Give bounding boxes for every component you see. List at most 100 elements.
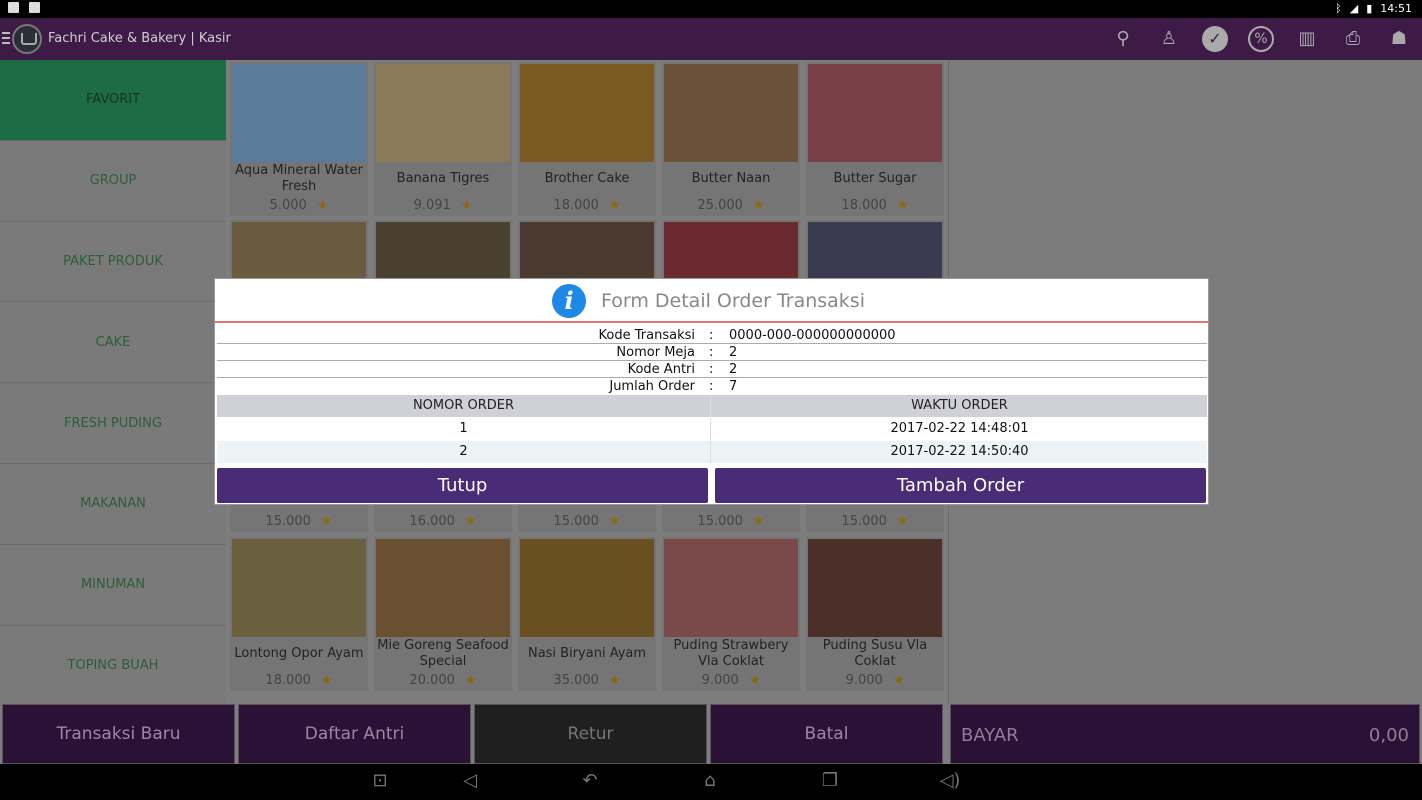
product-tile[interactable]: Aqua Mineral Water Fresh 5.000 ★	[230, 62, 368, 216]
queue-list-button[interactable]: Daftar Antri	[238, 704, 471, 764]
star-icon[interactable]: ★	[465, 673, 477, 688]
close-button[interactable]: Tutup	[217, 468, 708, 503]
product-name: Brother Cake	[544, 171, 630, 186]
pay-amount: 0,00	[1368, 725, 1409, 746]
category-fresh-puding[interactable]: FRESH PUDING	[0, 383, 226, 464]
product-image	[664, 539, 798, 637]
product-tile[interactable]: Butter Naan 25.000 ★	[662, 62, 800, 216]
product-image	[808, 539, 942, 637]
check-circle-icon[interactable]: ✓	[1202, 26, 1228, 52]
order-detail-dialog: i Form Detail Order Transaksi Kode Trans…	[214, 278, 1209, 505]
star-icon[interactable]: ★	[609, 514, 621, 529]
category-toping-buah[interactable]: TOPING BUAH	[0, 626, 226, 707]
product-price: 15.000 ★	[553, 514, 621, 529]
search-icon[interactable]: ⚲	[1110, 26, 1136, 52]
category-favorit[interactable]: FAVORIT	[0, 60, 226, 141]
star-icon[interactable]: ★	[461, 198, 473, 213]
product-image	[664, 64, 798, 162]
add-order-button[interactable]: Tambah Order	[715, 468, 1206, 503]
product-image	[376, 539, 510, 637]
cancel-button[interactable]: Batal	[710, 704, 943, 764]
order-table-header: NOMOR ORDER WAKTU ORDER	[217, 395, 1207, 417]
column-header: WAKTU ORDER	[911, 398, 1008, 413]
star-icon[interactable]: ★	[609, 198, 621, 213]
table-row[interactable]: 2 2017-02-22 14:50:40	[217, 441, 1207, 463]
back-icon[interactable]: ↶	[575, 770, 605, 794]
product-image	[232, 539, 366, 637]
star-icon[interactable]: ★	[321, 514, 333, 529]
product-name: Banana Tigres	[396, 171, 490, 186]
category-cake[interactable]: CAKE	[0, 302, 226, 384]
volume-up-icon[interactable]: ◁)	[935, 770, 965, 794]
field-jumlah-order: Jumlah Order : 7	[609, 379, 738, 394]
clipboard-icon	[29, 2, 40, 13]
product-price: 25.000 ★	[697, 198, 765, 213]
pay-button[interactable]: BAYAR 0,00	[950, 704, 1420, 764]
return-button[interactable]: Retur	[474, 704, 707, 764]
product-tile[interactable]: Puding Strawbery Vla Coklat 9.000 ★	[662, 537, 800, 691]
product-price: 18.000 ★	[265, 673, 333, 688]
product-price: 18.000 ★	[841, 198, 909, 213]
category-makanan[interactable]: MAKANAN	[0, 464, 226, 545]
product-tile[interactable]: Nasi Biryani Ayam 35.000 ★	[518, 537, 656, 691]
app-logo[interactable]	[12, 24, 42, 54]
waiter-icon[interactable]: ♙	[1156, 26, 1182, 52]
product-tile[interactable]: Brother Cake 18.000 ★	[518, 62, 656, 216]
category-paket-produk[interactable]: PAKET PRODUK	[0, 222, 226, 303]
table-row[interactable]: 1 2017-02-22 14:48:01	[217, 418, 1207, 440]
dialog-header: i Form Detail Order Transaksi	[215, 279, 1208, 323]
star-icon[interactable]: ★	[897, 514, 909, 529]
product-name: Nasi Biryani Ayam	[527, 646, 647, 661]
product-name: Aqua Mineral Water Fresh	[235, 163, 363, 194]
product-price: 20.000 ★	[409, 673, 477, 688]
volume-down-icon[interactable]: ◁	[455, 770, 485, 794]
product-tile[interactable]: Banana Tigres 9.091 ★	[374, 62, 512, 216]
star-icon[interactable]: ★	[893, 673, 905, 688]
app-title: Fachri Cake & Bakery | Kasir	[48, 31, 231, 46]
notification-icon	[8, 2, 19, 13]
new-transaction-button[interactable]: Transaksi Baru	[2, 704, 235, 764]
star-icon[interactable]: ★	[609, 673, 621, 688]
star-icon[interactable]: ★	[465, 514, 477, 529]
star-icon[interactable]: ★	[897, 198, 909, 213]
table-service-icon[interactable]: ☗	[1386, 26, 1412, 52]
printer-icon[interactable]: ⎙	[1340, 26, 1366, 52]
product-name: Mie Goreng Seafood Special	[377, 638, 509, 669]
product-tile[interactable]: Lontong Opor Ayam 18.000 ★	[230, 537, 368, 691]
star-icon[interactable]: ★	[317, 198, 329, 213]
pos-screen: ᛒ ◢ ▮ 14:51 Fachri Cake & Bakery | Kasir…	[0, 0, 1422, 800]
product-price: 15.000 ★	[265, 514, 333, 529]
menu-icon[interactable]	[2, 32, 10, 44]
product-image	[520, 539, 654, 637]
pay-label: BAYAR	[961, 725, 1019, 746]
percent-icon[interactable]: %	[1248, 26, 1274, 52]
product-tile[interactable]: Mie Goreng Seafood Special 20.000 ★	[374, 537, 512, 691]
product-tile[interactable]: Butter Sugar 18.000 ★	[806, 62, 944, 216]
product-price: 9.091 ★	[413, 198, 473, 213]
product-price: 35.000 ★	[553, 673, 621, 688]
product-image	[520, 64, 654, 162]
barcode-icon[interactable]: ▥	[1294, 26, 1320, 52]
category-minuman[interactable]: MINUMAN	[0, 545, 226, 626]
info-icon: i	[552, 284, 586, 318]
screenshot-icon[interactable]: ⊡	[365, 770, 395, 794]
field-nomor-meja: Nomor Meja : 2	[217, 344, 1207, 361]
clock: 14:51	[1380, 2, 1412, 15]
product-image	[376, 64, 510, 162]
star-icon[interactable]: ★	[749, 673, 761, 688]
action-bar: Transaksi Baru Daftar Antri Retur Batal	[0, 704, 948, 764]
product-image	[232, 64, 366, 162]
home-icon[interactable]: ⌂	[695, 770, 725, 794]
field-kode-antri: Kode Antri : 2	[217, 361, 1207, 378]
product-tile[interactable]: Puding Susu Vla Coklat 9.000 ★	[806, 537, 944, 691]
recents-icon[interactable]: ❐	[815, 770, 845, 794]
system-nav-bar: ⊡ ◁ ↶ ⌂ ❐ ◁)	[0, 764, 1422, 800]
product-price: 9.000 ★	[845, 673, 905, 688]
star-icon[interactable]: ★	[321, 673, 333, 688]
category-group[interactable]: GROUP	[0, 141, 226, 222]
star-icon[interactable]: ★	[753, 514, 765, 529]
status-bar: ᛒ ◢ ▮ 14:51	[0, 0, 1422, 18]
star-icon[interactable]: ★	[753, 198, 765, 213]
battery-icon: ▮	[1366, 2, 1373, 15]
dialog-title: Form Detail Order Transaksi	[601, 290, 865, 312]
